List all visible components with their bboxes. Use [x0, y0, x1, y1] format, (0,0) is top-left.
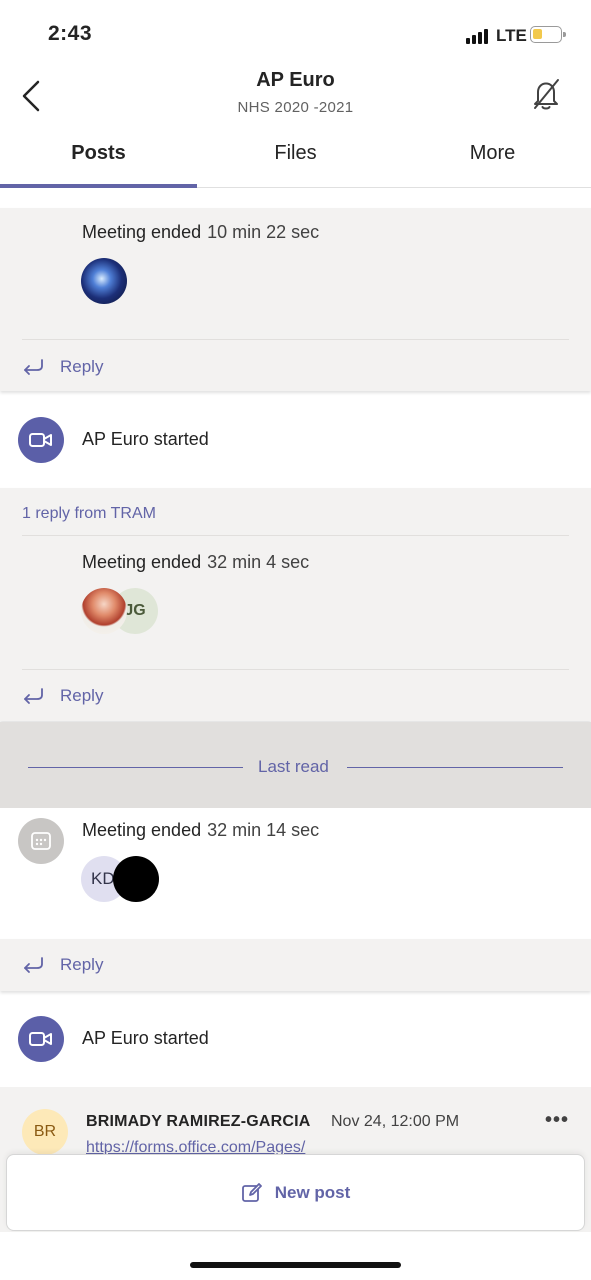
bell-off-icon: [534, 79, 559, 110]
posts-feed: Meeting ended 10 min 22 sec Reply AP Euro…: [0, 189, 591, 1280]
thread-card: Meeting ended 10 min 22 sec Reply: [0, 208, 591, 391]
status-time: 2:43: [48, 22, 93, 45]
page-subtitle: NHS 2020 -2021: [237, 99, 354, 116]
new-post-button[interactable]: New post: [6, 1154, 585, 1231]
meeting-ended-label: Meeting ended: [82, 820, 202, 840]
home-indicator[interactable]: [190, 1262, 401, 1268]
meeting-started-text: AP Euro started: [82, 1028, 209, 1048]
status-bar: 2:43 LTE: [0, 0, 591, 60]
more-options-icon[interactable]: •••: [545, 1109, 569, 1132]
reply-icon: [24, 957, 43, 973]
meeting-ended-line: Meeting ended 32 min 14 sec: [82, 820, 319, 841]
divider: [28, 767, 243, 768]
page-title: AP Euro: [256, 69, 335, 91]
avatar: [81, 588, 127, 634]
meeting-duration: 10 min 22 sec: [207, 222, 320, 242]
thread-reply-bar: Reply: [0, 939, 591, 991]
new-post-label: New post: [274, 1182, 351, 1202]
video-camera-icon: [18, 417, 64, 463]
channel-tabs: Posts Files More: [0, 130, 591, 188]
avatar: [113, 856, 159, 902]
reply-count-link[interactable]: 1 reply from TRAM: [22, 505, 156, 523]
avatar[interactable]: BR: [22, 1109, 68, 1155]
network-label: LTE: [496, 26, 527, 45]
tab-posts[interactable]: Posts: [0, 130, 197, 188]
tab-more[interactable]: More: [394, 130, 591, 187]
avatar-initials: KD: [91, 869, 115, 888]
meeting-ended-line: Meeting ended 32 min 4 sec: [82, 552, 309, 573]
channel-header: AP Euro NHS 2020 -2021: [0, 60, 591, 130]
divider: [347, 767, 563, 768]
reply-icon: [24, 688, 43, 704]
meeting-ended-label: Meeting ended: [82, 222, 202, 242]
battery-icon: [530, 26, 566, 43]
reply-button[interactable]: Reply: [22, 950, 103, 980]
thread-replies: 1 reply from TRAM Meeting ended 32 min 4 …: [0, 488, 591, 721]
reply-label: Reply: [60, 357, 104, 376]
reply-button[interactable]: Reply: [22, 352, 103, 382]
avatar-initials: BR: [33, 1123, 57, 1140]
meeting-ended-label: Meeting ended: [82, 552, 202, 572]
compose-icon: [241, 1182, 262, 1202]
meeting-started-row[interactable]: AP Euro started: [0, 1005, 591, 1087]
post-author: BRIMADY RAMIREZ-GARCIA: [86, 1113, 311, 1130]
meeting-ended-line: Meeting ended 10 min 22 sec: [82, 222, 319, 243]
post-timestamp: Nov 24, 12:00 PM: [331, 1113, 460, 1130]
meeting-started-text: AP Euro started: [82, 429, 209, 449]
divider: [22, 535, 569, 536]
reply-label: Reply: [60, 686, 104, 705]
divider: [22, 669, 569, 670]
avatar-initials: JG: [124, 602, 146, 619]
meeting-duration: 32 min 14 sec: [207, 820, 320, 840]
avatar: [81, 258, 127, 304]
calendar-icon: [18, 818, 64, 864]
last-read-divider: Last read: [0, 722, 591, 808]
reply-icon: [24, 359, 43, 375]
notification-button[interactable]: [528, 76, 564, 112]
reply-button[interactable]: Reply: [22, 681, 103, 711]
meeting-ended-row[interactable]: Meeting ended 32 min 14 sec KD: [0, 808, 591, 939]
meeting-duration: 32 min 4 sec: [207, 552, 310, 572]
reply-label: Reply: [60, 955, 104, 974]
last-read-label: Last read: [258, 757, 329, 776]
signal-icon: [466, 28, 494, 44]
video-camera-icon: [18, 1016, 64, 1062]
divider: [22, 339, 569, 340]
tab-files[interactable]: Files: [197, 130, 394, 187]
bottom-safe-area: [0, 1232, 591, 1280]
meeting-started-row[interactable]: AP Euro started: [0, 406, 591, 488]
